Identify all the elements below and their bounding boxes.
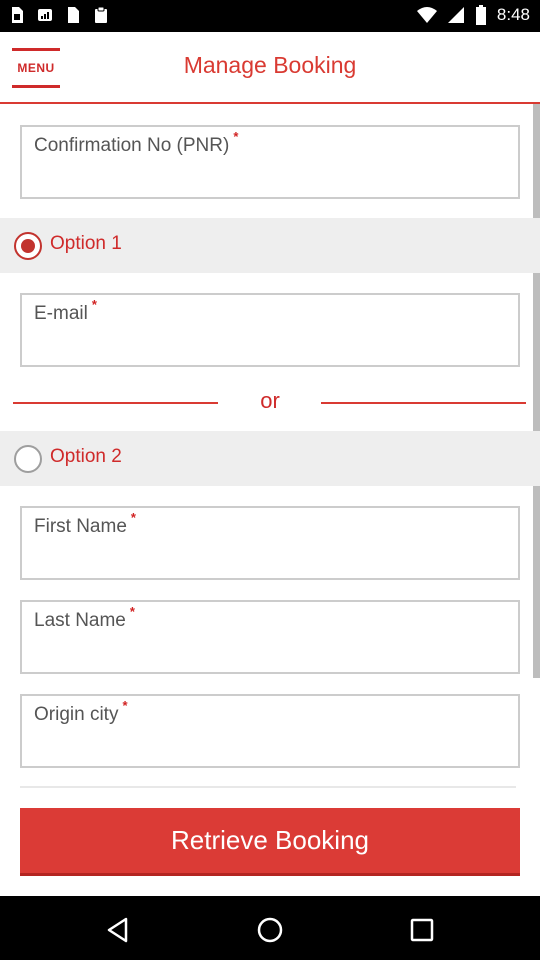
separator (20, 786, 516, 788)
recents-icon[interactable] (408, 916, 436, 944)
confirmation-number-field[interactable]: Confirmation No (PNR) * (20, 125, 520, 199)
first-name-label: First Name (34, 516, 127, 537)
option-2-radio[interactable] (14, 445, 42, 473)
required-marker: * (129, 604, 135, 619)
signal-strength-icon (38, 9, 52, 21)
option-2-label: Option 2 (50, 446, 122, 467)
last-name-label: Last Name (34, 610, 126, 631)
page-title: Manage Booking (183, 52, 357, 78)
origin-city-field[interactable]: Origin city * (20, 694, 520, 768)
storage-icon (68, 7, 79, 23)
navigation-bar (0, 896, 540, 960)
confirmation-number-input[interactable] (34, 165, 506, 189)
app-bar: MENU Manage Booking (0, 32, 540, 104)
option-1-label: Option 1 (50, 233, 122, 254)
status-bar: 8:48 (0, 0, 540, 32)
status-bar-left-icons (8, 6, 110, 24)
required-marker: * (233, 129, 239, 144)
confirmation-number-label-text: Confirmation No (PNR) (34, 135, 230, 156)
required-marker: * (130, 510, 136, 525)
retrieve-booking-button[interactable]: Retrieve Booking (20, 808, 520, 876)
first-name-field[interactable]: First Name * (20, 506, 520, 580)
option-2-row[interactable]: Option 2 (0, 431, 540, 486)
confirmation-number-label: Confirmation No (PNR) (34, 135, 229, 157)
required-marker: * (91, 297, 97, 312)
first-name-input[interactable] (34, 546, 506, 570)
required-marker: * (122, 698, 128, 713)
status-bar-right: 8:48 (416, 5, 530, 25)
cellular-icon (447, 7, 464, 23)
back-icon[interactable] (104, 916, 132, 944)
divider-line-right (321, 402, 526, 404)
last-name-field[interactable]: Last Name * (20, 600, 520, 674)
email-field[interactable]: E-mail * (20, 293, 520, 367)
screen: 8:48 MENU Manage Booking Confirmation No… (0, 0, 540, 960)
origin-city-label: Origin city (34, 704, 119, 725)
clipboard-icon (95, 6, 107, 23)
email-label: E-mail (34, 303, 88, 324)
wifi-icon (416, 7, 437, 23)
option-1-radio[interactable] (14, 232, 42, 260)
divider-line-left (13, 402, 218, 404)
home-icon[interactable] (256, 916, 284, 944)
battery-icon (475, 5, 486, 25)
origin-city-input[interactable] (34, 734, 506, 758)
scrollbar[interactable] (533, 104, 540, 678)
status-time: 8:48 (496, 5, 530, 24)
email-input[interactable] (34, 333, 506, 357)
or-text: or (260, 388, 280, 413)
option-1-row[interactable]: Option 1 (0, 218, 540, 273)
sim-icon (12, 7, 23, 23)
last-name-input[interactable] (34, 640, 506, 664)
